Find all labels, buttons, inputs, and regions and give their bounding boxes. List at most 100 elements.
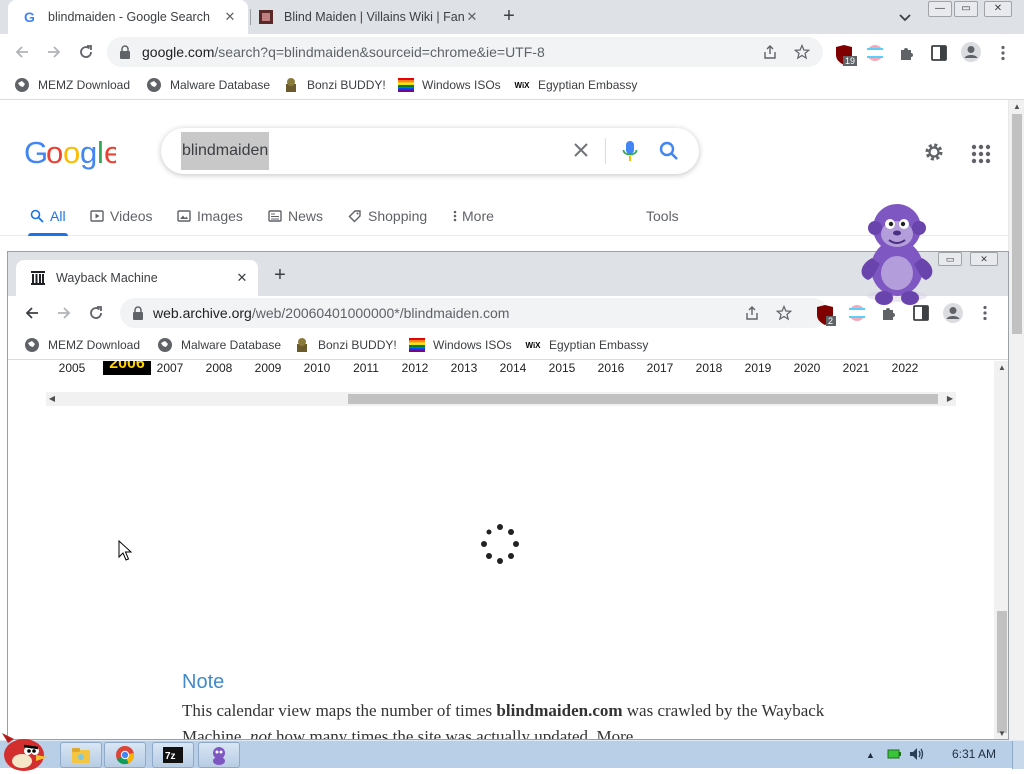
bookmark-memz[interactable]: MEMZ Download [24,336,140,354]
tab-more[interactable]: More [452,204,494,228]
scroll-up-arrow-icon[interactable]: ▲ [1009,100,1024,114]
tab-news[interactable]: News [268,204,323,228]
forward-button[interactable] [54,303,74,323]
google-apps-grid-icon[interactable] [971,144,991,164]
year-2005[interactable]: 2005 [54,361,90,381]
forward-button[interactable] [44,42,64,62]
reload-button[interactable] [86,303,106,323]
back-button[interactable] [22,303,42,323]
tab-wayback-machine[interactable]: Wayback Machine ✕ [16,260,258,296]
scroll-right-arrow-icon[interactable]: ▶ [944,392,956,406]
chrome-menu-icon[interactable] [994,44,1012,62]
tray-expand-arrow-icon[interactable]: ▲ [866,750,875,760]
year-2010[interactable]: 2010 [299,361,335,381]
bookmark-malware-database[interactable]: Malware Database [157,336,281,354]
show-desktop-button[interactable] [1012,741,1024,769]
new-tab-button[interactable]: + [498,6,520,28]
clear-search-icon[interactable] [571,140,591,160]
close-window-button[interactable]: ✕ [970,252,998,266]
year-2007[interactable]: 2007 [152,361,188,381]
tab-search-chevron-icon[interactable] [895,7,915,27]
google-logo[interactable]: G o o g l e [24,135,121,178]
scroll-left-arrow-icon[interactable]: ◀ [46,392,58,406]
close-tab-icon[interactable]: ✕ [234,270,250,286]
start-button-angry-bird-icon[interactable] [0,731,52,771]
bookmark-windows-isos[interactable]: Windows ISOs [398,76,501,94]
year-2012[interactable]: 2012 [397,361,433,381]
bookmark-bonzi-buddy[interactable]: Bonzi BUDDY! [283,76,386,94]
year-2020[interactable]: 2020 [789,361,825,381]
tab-google-search[interactable]: G blindmaiden - Google Search ✕ [8,0,248,34]
bookmark-egyptian-embassy[interactable]: WiX Egyptian Embassy [514,76,637,94]
year-2022[interactable]: 2022 [887,361,923,381]
minimize-button[interactable]: — [928,1,952,17]
bookmark-bonzi-buddy[interactable]: Bonzi BUDDY! [294,336,397,354]
bookmark-star-icon[interactable] [793,43,811,60]
taskbar-chrome-icon[interactable] [104,742,146,768]
bookmark-windows-isos[interactable]: Windows ISOs [409,336,512,354]
volume-icon[interactable] [909,747,925,764]
year-2019[interactable]: 2019 [740,361,776,381]
ublock-extension-icon[interactable]: 19 [835,44,857,66]
year-2017[interactable]: 2017 [642,361,678,381]
address-bar[interactable]: google.com/search?q=blindmaiden&sourceid… [107,37,823,67]
extensions-puzzle-icon[interactable] [898,44,916,62]
taskbar-clock[interactable]: 6:31 AM [952,747,996,761]
scrollbar-thumb[interactable] [997,611,1007,733]
restore-button[interactable]: ▭ [938,252,962,266]
scrollbar-thumb[interactable] [348,394,938,404]
search-query-text[interactable]: blindmaiden [181,132,270,170]
year-2006[interactable]: 2006 [103,361,151,375]
bookmark-star-icon[interactable] [775,304,793,321]
year-2013[interactable]: 2013 [446,361,482,381]
address-bar[interactable]: web.archive.org/web/20060401000000*/blin… [120,298,828,328]
close-tab-icon[interactable]: ✕ [464,9,480,25]
voice-search-mic-icon[interactable] [622,140,638,162]
taskbar-7zip-icon[interactable]: 7z [152,742,194,768]
bookmark-malware-database[interactable]: Malware Database [146,76,270,94]
year-2009[interactable]: 2009 [250,361,286,381]
settings-gear-icon[interactable] [922,140,946,164]
share-icon[interactable] [762,44,778,60]
bookmark-memz[interactable]: MEMZ Download [14,76,130,94]
side-panel-icon[interactable] [930,44,948,62]
close-window-button[interactable]: ✕ [984,1,1012,17]
close-tab-icon[interactable]: ✕ [222,9,238,25]
year-2018[interactable]: 2018 [691,361,727,381]
year-2008[interactable]: 2008 [201,361,237,381]
scroll-down-arrow-icon[interactable]: ▼ [994,727,1008,739]
tab-villains-wiki[interactable]: Blind Maiden | Villains Wiki | Fan ✕ [250,0,490,34]
wayback-page-scrollbar[interactable]: ▲ ▼ [994,361,1008,739]
year-2015[interactable]: 2015 [544,361,580,381]
taskbar-bonzi-icon[interactable] [198,742,240,768]
new-tab-button[interactable]: + [270,265,290,285]
year-2014[interactable]: 2014 [495,361,531,381]
tools-button[interactable]: Tools [646,204,679,228]
back-button[interactable] [12,42,32,62]
outer-page-scrollbar[interactable]: ▲ [1008,100,1024,740]
reload-button[interactable] [76,42,96,62]
share-icon[interactable] [744,305,760,321]
tab-videos[interactable]: Videos [90,204,153,228]
chrome-menu-icon[interactable] [976,304,994,322]
profile-avatar-icon[interactable] [942,302,964,324]
maximize-button[interactable]: ▭ [954,1,978,17]
year-2011[interactable]: 2011 [348,361,384,381]
year-timeline-scrollbar[interactable]: ◀ ▶ [46,392,956,406]
year-2016[interactable]: 2016 [593,361,629,381]
bonzi-buddy-character[interactable] [854,198,940,314]
profile-avatar-icon[interactable] [960,41,982,63]
bookmark-egyptian-embassy[interactable]: WiX Egyptian Embassy [525,336,648,354]
scrollbar-thumb[interactable] [1012,114,1022,334]
scroll-up-arrow-icon[interactable]: ▲ [994,361,1008,375]
tab-images[interactable]: Images [177,204,243,228]
pride-extension-icon[interactable] [866,44,884,62]
taskbar-explorer-icon[interactable] [60,742,102,768]
tab-all[interactable]: All [28,204,68,236]
battery-icon[interactable] [887,748,901,763]
tab-shopping[interactable]: Shopping [348,204,427,228]
google-search-box[interactable]: blindmaiden [161,128,699,174]
ublock-extension-icon[interactable]: 2 [816,304,836,326]
search-icon[interactable] [659,141,679,161]
year-2021[interactable]: 2021 [838,361,874,381]
